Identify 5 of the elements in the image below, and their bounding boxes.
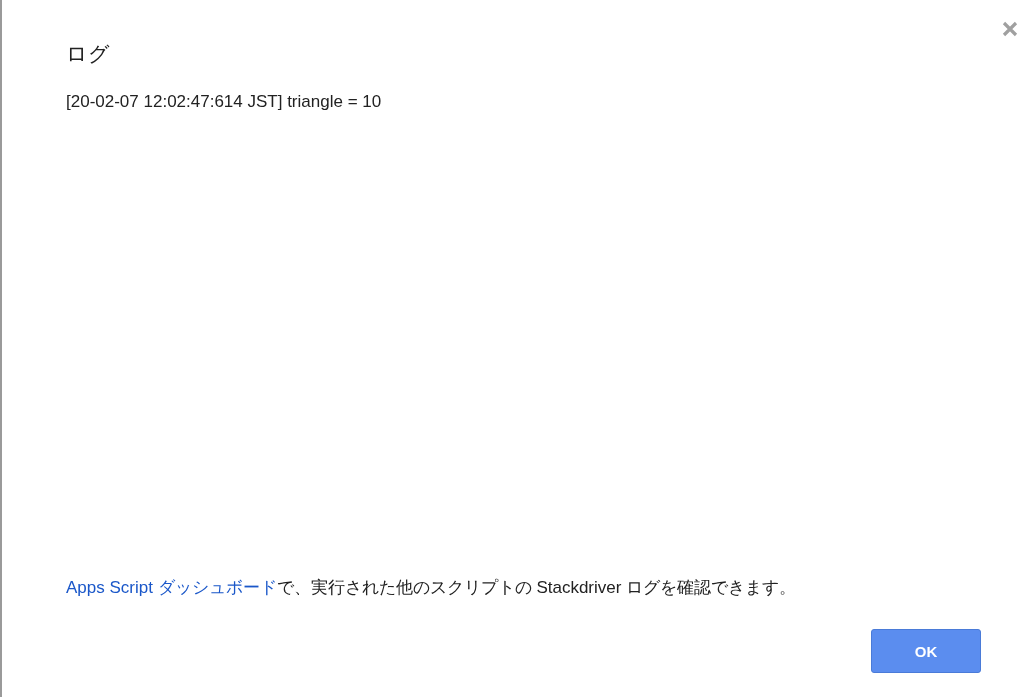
close-icon[interactable] (1002, 21, 1018, 37)
footer-note: Apps Script ダッシュボードで、実行された他のスクリプトの Stackdriver ログを確認できます。 (66, 577, 797, 599)
dialog-title: ログ (66, 41, 110, 67)
log-line: [20-02-07 12:02:47:614 JST] triangle = 10 (66, 92, 382, 112)
dashboard-link[interactable]: Apps Script ダッシュボード (66, 578, 277, 597)
